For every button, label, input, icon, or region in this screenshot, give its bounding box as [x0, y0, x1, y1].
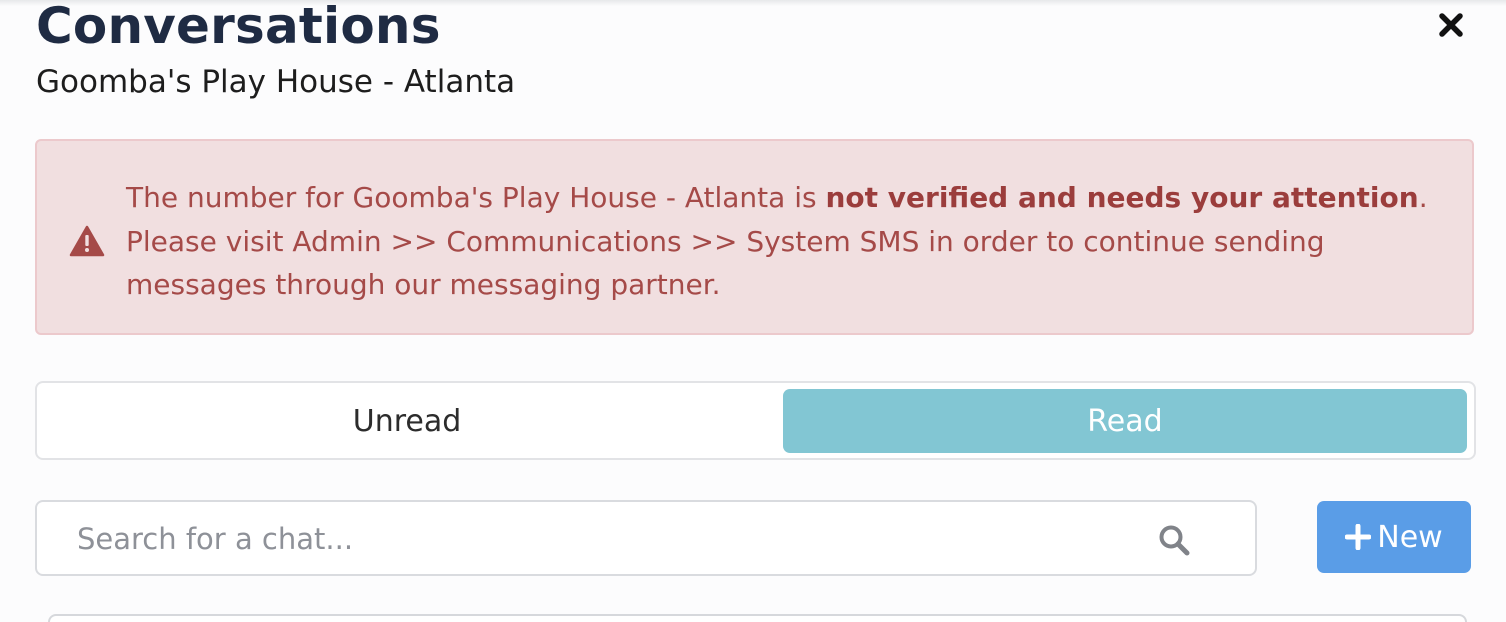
new-chat-label: New [1377, 519, 1443, 555]
close-button[interactable] [1434, 8, 1468, 42]
read-status-toggle: Unread Read [35, 381, 1476, 460]
plus-icon [1345, 524, 1372, 550]
new-chat-button[interactable]: New [1317, 501, 1471, 573]
conversation-list [48, 614, 1467, 622]
verification-alert: The number for Goomba's Play House - Atl… [35, 139, 1474, 335]
search-input[interactable] [75, 502, 1139, 576]
page-subtitle: Goomba's Play House - Atlanta [36, 64, 516, 100]
search-box [35, 500, 1257, 576]
search-icon[interactable] [1157, 523, 1191, 557]
tab-unread[interactable]: Unread [43, 389, 771, 453]
alert-text-before: The number for Goomba's Play House - Atl… [126, 181, 826, 214]
close-icon [1439, 13, 1463, 37]
tab-read[interactable]: Read [783, 389, 1467, 453]
alert-text-bold: not verified and needs your attention [825, 181, 1419, 214]
alert-message: The number for Goomba's Play House - Atl… [126, 176, 1471, 307]
warning-icon [69, 225, 105, 257]
page-title: Conversations [36, 0, 441, 55]
